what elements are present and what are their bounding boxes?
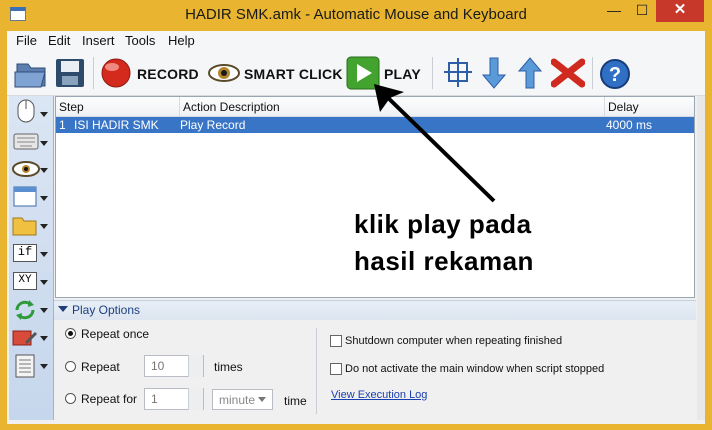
menu-help[interactable]: Help (168, 33, 195, 48)
eye-dropdown-arrow[interactable] (40, 168, 48, 173)
annotation-line-1: klik play pada (354, 209, 532, 239)
repeat-label: Repeat (81, 360, 120, 374)
repeat-for-radio[interactable] (65, 393, 76, 404)
annotation-arrow-icon (374, 84, 496, 203)
cell-delay: 4000 ms (606, 118, 653, 132)
column-header-action[interactable]: Action Description (183, 100, 280, 114)
play-options-header[interactable] (54, 300, 696, 321)
mouse-icon[interactable] (15, 99, 37, 123)
view-execution-log-link[interactable]: View Execution Log (331, 389, 427, 401)
column-header-step[interactable]: Step (59, 100, 84, 114)
record-label: RECORD (137, 66, 199, 82)
mouse-dropdown-arrow[interactable] (40, 112, 48, 117)
shutdown-checkbox[interactable] (330, 335, 342, 347)
column-divider[interactable] (179, 97, 180, 116)
window-icon[interactable] (13, 186, 37, 208)
save-icon[interactable] (54, 57, 86, 89)
document-icon[interactable] (14, 354, 36, 378)
shutdown-label: Shutdown computer when repeating finishe… (345, 335, 563, 347)
play-options-title: Play Options (72, 303, 141, 317)
keyboard-dropdown-arrow[interactable] (40, 141, 48, 146)
toolbar-separator (592, 57, 593, 89)
keyboard-icon[interactable] (13, 131, 39, 151)
window-dropdown-arrow[interactable] (40, 196, 48, 201)
xy-dropdown-arrow[interactable] (40, 280, 48, 285)
repeat-for-stepper[interactable] (188, 388, 203, 410)
smart-click-label: SMART CLICK (244, 66, 343, 82)
column-header-delay[interactable]: Delay (608, 100, 639, 114)
column-divider[interactable] (604, 97, 605, 116)
record-icon (101, 58, 131, 88)
close-button[interactable]: ✕ (656, 0, 704, 22)
repeat-for-label: Repeat for (81, 392, 138, 406)
menu-insert[interactable]: Insert (82, 33, 115, 48)
chevron-down-icon[interactable] (258, 397, 266, 402)
smart-click-button[interactable]: SMART CLICK (208, 60, 344, 88)
collapse-triangle-icon[interactable] (58, 306, 68, 312)
tools-dropdown-arrow[interactable] (40, 336, 48, 341)
minimize-button[interactable]: — (600, 0, 628, 22)
menu-file[interactable]: File (16, 33, 37, 48)
record-button[interactable]: RECORD (100, 57, 200, 89)
cell-step-number: 1 (59, 118, 66, 132)
folder-icon[interactable] (12, 214, 38, 236)
eye-icon[interactable] (12, 160, 40, 178)
folder-dropdown-arrow[interactable] (40, 224, 48, 229)
svg-text:?: ? (609, 64, 621, 86)
menu-tools[interactable]: Tools (125, 33, 155, 48)
repeat-once-label: Repeat once (81, 327, 150, 341)
open-folder-icon[interactable] (14, 56, 50, 90)
toolbar-separator (93, 57, 94, 89)
times-label: times (214, 360, 243, 374)
cell-step-name: ISI HADIR SMK (74, 118, 159, 132)
repeat-once-radio[interactable] (65, 328, 76, 339)
if-dropdown-arrow[interactable] (40, 252, 48, 257)
repeat-radio[interactable] (65, 361, 76, 372)
cell-action: Play Record (180, 118, 246, 132)
repeat-count-stepper[interactable] (188, 355, 203, 377)
maximize-button[interactable]: ☐ (628, 0, 656, 22)
xy-icon[interactable]: XY (13, 272, 37, 290)
help-icon[interactable]: ? (599, 58, 631, 90)
options-divider (316, 328, 317, 414)
tools-icon[interactable] (12, 327, 38, 349)
vertical-scrollbar[interactable] (697, 96, 705, 420)
annotation-line-2: hasil rekaman (354, 246, 534, 276)
if-icon[interactable]: if (13, 244, 37, 262)
repeat-dropdown-arrow[interactable] (40, 308, 48, 313)
eye-icon (208, 64, 240, 82)
delete-icon[interactable] (551, 58, 585, 88)
no-activate-label: Do not activate the main window when scr… (345, 363, 605, 375)
document-dropdown-arrow[interactable] (40, 364, 48, 369)
menu-edit[interactable]: Edit (48, 33, 70, 48)
no-activate-checkbox[interactable] (330, 363, 342, 375)
time-label: time (284, 394, 307, 408)
move-up-icon[interactable] (518, 57, 542, 89)
repeat-icon[interactable] (13, 298, 37, 322)
